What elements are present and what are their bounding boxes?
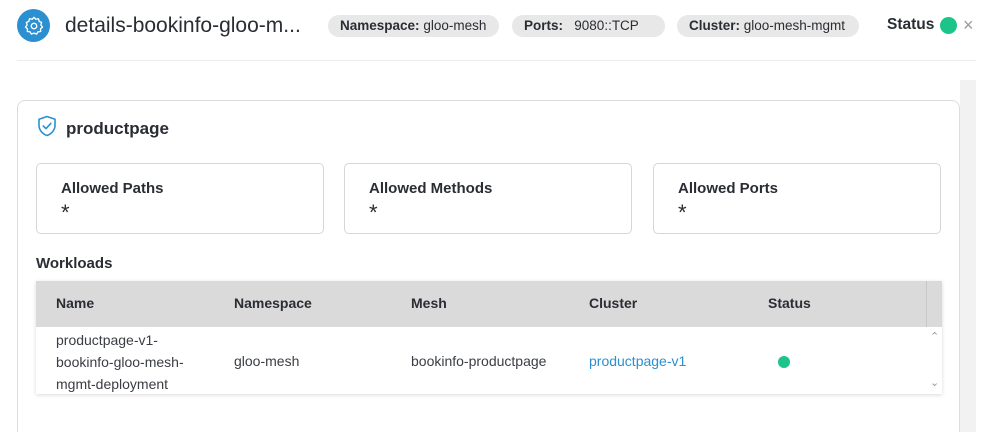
allowed-methods-box: Allowed Methods * xyxy=(344,163,632,234)
policy-title: productpage xyxy=(66,118,169,138)
close-icon[interactable]: × xyxy=(963,14,974,36)
header-divider xyxy=(17,60,976,61)
ports-badge: Ports: 9080::TCP xyxy=(512,15,665,37)
allowed-methods-value: * xyxy=(369,200,378,225)
scroll-up-icon[interactable]: ⌃ xyxy=(930,330,939,343)
column-header-namespace[interactable]: Namespace xyxy=(234,295,312,311)
namespace-label: Namespace: xyxy=(340,18,420,33)
column-header-status[interactable]: Status xyxy=(768,295,811,311)
status-label: Status xyxy=(887,16,935,33)
ports-value: 9080::TCP xyxy=(574,18,639,33)
policy-card-header: productpage xyxy=(37,115,169,142)
column-header-cluster[interactable]: Cluster xyxy=(589,295,637,311)
table-scrollbar-header xyxy=(926,281,942,327)
workloads-heading: Workloads xyxy=(36,255,113,272)
namespace-badge: Namespace: gloo-mesh xyxy=(328,15,499,37)
service-gear-icon xyxy=(17,9,50,42)
allowed-ports-label: Allowed Ports xyxy=(678,180,779,197)
policy-card: productpage Allowed Paths * Allowed Meth… xyxy=(17,100,960,432)
workload-cluster-link[interactable]: productpage-v1 xyxy=(589,350,686,372)
namespace-value: gloo-mesh xyxy=(423,18,487,33)
allowed-paths-box: Allowed Paths * xyxy=(36,163,324,234)
cluster-value: gloo-mesh-mgmt xyxy=(743,18,846,33)
allowed-paths-value: * xyxy=(61,200,70,225)
table-header: Name Namespace Mesh Cluster Status xyxy=(36,281,942,327)
status-indicator xyxy=(940,17,957,34)
cluster-badge: Cluster: gloo-mesh-mgmt xyxy=(677,15,859,37)
details-header: details-bookinfo-gloo-m... Namespace: gl… xyxy=(0,0,991,52)
workloads-table: Name Namespace Mesh Cluster Status produ… xyxy=(36,281,942,394)
scroll-down-icon[interactable]: ⌄ xyxy=(930,376,939,389)
column-header-mesh[interactable]: Mesh xyxy=(411,295,447,311)
allowed-methods-label: Allowed Methods xyxy=(369,180,493,197)
shield-check-icon xyxy=(37,115,57,142)
workload-namespace: gloo-mesh xyxy=(234,353,300,369)
page-title: details-bookinfo-gloo-m... xyxy=(65,14,301,37)
page-scrollbar[interactable] xyxy=(960,80,976,432)
workload-name: productpage-v1-bookinfo-gloo-mesh-mgmt-d… xyxy=(56,332,184,392)
column-header-name[interactable]: Name xyxy=(56,295,94,311)
workload-status-indicator xyxy=(778,356,790,368)
cluster-label: Cluster: xyxy=(689,18,741,33)
allowed-ports-box: Allowed Ports * xyxy=(653,163,941,234)
allowed-paths-label: Allowed Paths xyxy=(61,180,164,197)
allowed-ports-value: * xyxy=(678,200,687,225)
workload-mesh: bookinfo-productpage xyxy=(411,353,547,369)
ports-label: Ports: xyxy=(524,18,564,33)
